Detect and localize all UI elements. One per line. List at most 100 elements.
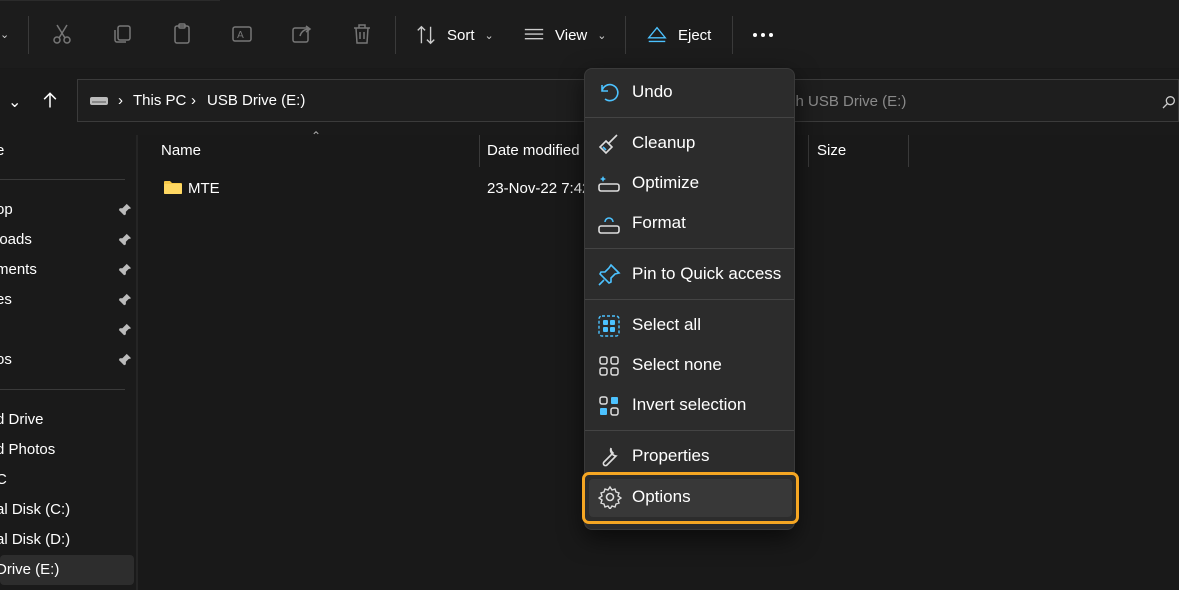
column-header-size[interactable]: Size [817, 142, 846, 159]
breadcrumb-separator-icon: › [191, 92, 196, 109]
view-icon [524, 28, 544, 40]
pin-icon [118, 353, 132, 366]
pin-icon [118, 263, 132, 276]
menu-divider [585, 117, 794, 118]
chevron-down-icon: ⌄ [484, 29, 494, 42]
file-date-modified: 23-Nov-22 7:42 [487, 180, 591, 197]
menu-divider [585, 430, 794, 431]
pin-icon [118, 323, 132, 336]
sidebar-item-usb-drive[interactable]: Drive (E:) [0, 555, 134, 585]
sidebar-item-onedrive[interactable]: d Drive [0, 405, 134, 435]
share-icon[interactable] [290, 22, 314, 46]
sidebar-item-label: os [0, 351, 12, 368]
search-box[interactable]: rch USB Drive (E:) [760, 79, 1179, 122]
gear-icon [598, 485, 622, 509]
format-drive-icon [598, 217, 620, 234]
view-label: View [555, 26, 588, 44]
view-button[interactable]: View ⌄ [523, 16, 606, 54]
copy-icon[interactable] [110, 22, 134, 46]
sidebar-item-label: d Photos [0, 441, 56, 458]
sidebar-item-label: C [0, 471, 7, 488]
pin-icon [118, 293, 132, 306]
sort-button[interactable]: Sort ⌄ [415, 16, 494, 54]
menu-item-optimize[interactable]: Optimize [585, 166, 794, 202]
sidebar-item-local-disk-c[interactable]: al Disk (C:) [0, 495, 134, 525]
cut-icon[interactable] [50, 22, 74, 46]
eject-label: Eject [678, 26, 712, 44]
sidebar-item-photos[interactable]: d Photos [0, 435, 134, 465]
pin-icon [118, 203, 132, 216]
sidebar-splitter[interactable] [136, 135, 138, 590]
menu-item-properties[interactable]: Properties [585, 439, 794, 475]
menu-item-format[interactable]: Format [585, 206, 794, 242]
new-chevron-icon[interactable]: ⌄ [0, 28, 9, 41]
address-bar[interactable]: › This PC › USB Drive (E:) [77, 79, 597, 122]
menu-item-label: Pin to Quick access [632, 264, 782, 283]
sidebar-item-documents[interactable]: ments [0, 255, 134, 285]
select-all-icon [598, 315, 620, 337]
eject-icon [647, 26, 667, 43]
column-header-name[interactable]: Name [161, 142, 201, 159]
folder-icon [164, 181, 182, 194]
more-options-icon[interactable] [751, 22, 775, 46]
menu-item-label: Invert selection [632, 395, 747, 414]
sidebar-item-videos[interactable]: os [0, 345, 134, 375]
toolbar-edge [0, 0, 220, 1]
toolbar-separator [395, 16, 396, 54]
breadcrumb-usb-drive[interactable]: USB Drive (E:) [207, 92, 305, 109]
rename-icon[interactable]: A [230, 22, 254, 46]
up-arrow-icon[interactable] [40, 90, 60, 110]
invert-selection-icon [599, 396, 619, 416]
broom-icon [598, 134, 618, 155]
column-separator[interactable] [479, 135, 480, 167]
sidebar-item-label: Drive (E:) [0, 561, 60, 578]
breadcrumb-separator-icon: › [118, 92, 123, 109]
toolbar-separator [732, 16, 733, 54]
sidebar-item-downloads[interactable]: loads [0, 225, 134, 255]
eject-button[interactable]: Eject [646, 16, 711, 54]
paste-icon[interactable] [170, 22, 194, 46]
delete-icon[interactable] [350, 22, 374, 46]
menu-item-select-none[interactable]: Select none [585, 348, 794, 384]
sort-icon [417, 25, 435, 45]
menu-item-undo[interactable]: Undo [585, 75, 794, 111]
optimize-drive-icon [598, 176, 620, 192]
sidebar-item-music[interactable]: : [0, 315, 134, 345]
column-separator[interactable] [808, 135, 809, 167]
sidebar-item-pictures[interactable]: es [0, 285, 134, 315]
select-none-icon [599, 356, 619, 376]
menu-item-select-all[interactable]: Select all [585, 308, 794, 344]
sidebar-item-label: ments [0, 261, 37, 278]
breadcrumb-this-pc[interactable]: This PC [133, 92, 186, 109]
menu-item-label: Select all [632, 315, 701, 334]
menu-item-invert-selection[interactable]: Invert selection [585, 388, 794, 424]
chevron-down-icon: ⌄ [597, 29, 607, 42]
sidebar-item-label: al Disk (C:) [0, 501, 71, 518]
svg-text:A: A [237, 30, 244, 41]
sidebar-item-this-pc[interactable]: C [0, 465, 134, 495]
menu-item-label: Format [632, 213, 686, 232]
search-icon[interactable] [1161, 94, 1177, 110]
menu-item-cleanup[interactable]: Cleanup [585, 126, 794, 162]
pin-icon [598, 263, 621, 286]
toolbar-separator [28, 16, 29, 54]
menu-divider [585, 299, 794, 300]
search-placeholder: rch USB Drive (E:) [783, 93, 907, 110]
menu-item-label: Properties [632, 446, 710, 465]
column-header-date-modified[interactable]: Date modified [487, 142, 580, 159]
menu-item-pin-to-quick-access[interactable]: Pin to Quick access [585, 257, 794, 293]
menu-item-label: Optimize [632, 173, 700, 192]
sidebar-item-label: al Disk (D:) [0, 531, 71, 548]
sidebar-item-local-disk-d[interactable]: al Disk (D:) [0, 525, 134, 555]
sidebar-divider [0, 389, 125, 390]
sidebar-item-desktop[interactable]: op [0, 195, 134, 225]
pin-icon [118, 233, 132, 246]
menu-item-label: Cleanup [632, 133, 696, 152]
file-row[interactable]: MTE 23-Nov-22 7:42 [155, 175, 590, 201]
file-name: MTE [188, 180, 220, 197]
menu-item-label: Options [632, 487, 691, 506]
recent-locations-chevron-icon[interactable]: ⌄ [8, 92, 21, 112]
menu-item-options[interactable]: Options [582, 472, 799, 524]
sidebar-item-label: d Drive [0, 411, 44, 428]
column-separator[interactable] [908, 135, 909, 167]
